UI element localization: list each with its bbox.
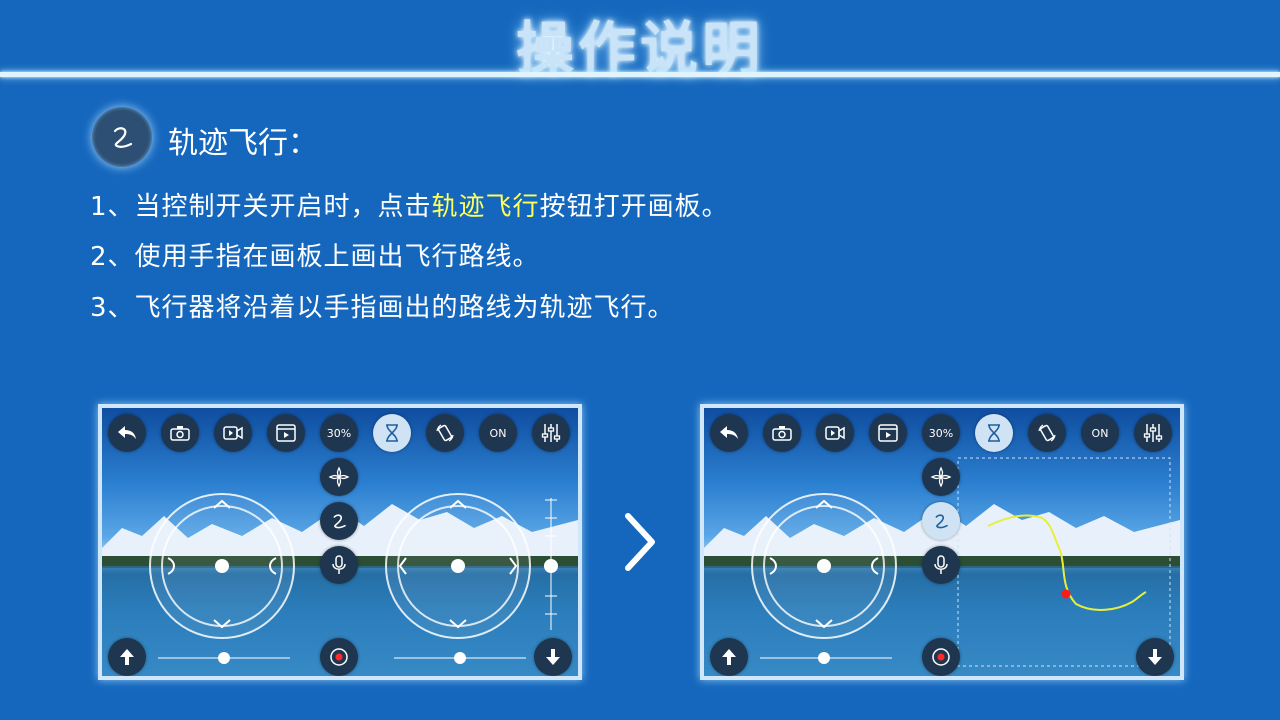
trajectory-flight-button[interactable] (922, 502, 960, 540)
on-off-switch-button[interactable]: ON (479, 414, 517, 452)
gallery-icon (276, 424, 296, 442)
left-joystick[interactable] (149, 493, 295, 639)
settings-sliders-icon (1143, 424, 1163, 442)
highlight-trajectory-flight: 轨迹飞行 (431, 192, 540, 222)
gallery-button[interactable] (267, 414, 305, 452)
record-icon (932, 648, 950, 666)
left-joystick[interactable] (751, 493, 897, 639)
step-3: 3、飞行器将沿着以手指画出的路线为轨迹飞行。 (90, 293, 675, 323)
back-icon (118, 426, 136, 439)
hourglass-button[interactable] (373, 414, 411, 452)
voice-control-button[interactable] (320, 546, 358, 584)
title-divider (0, 72, 1280, 77)
speed-button[interactable]: 30% (320, 414, 358, 452)
screenshot-panel-after: 30% ON (700, 404, 1184, 680)
drone-mode-button[interactable] (922, 458, 960, 496)
microphone-icon (934, 555, 948, 574)
rotate-icon (436, 424, 454, 442)
record-icon (330, 648, 348, 666)
next-chevron-icon (625, 513, 655, 571)
video-button[interactable] (816, 414, 854, 452)
hourglass-icon (988, 424, 1000, 442)
camera-icon (170, 426, 190, 441)
settings-button[interactable] (532, 414, 570, 452)
screenshot-panel-before: 30% ON (98, 404, 582, 680)
up-arrow-icon (120, 649, 134, 665)
landing-button[interactable] (1136, 638, 1174, 676)
microphone-icon (332, 555, 346, 574)
trajectory-icon (333, 514, 346, 529)
on-off-switch-button[interactable]: ON (1081, 414, 1119, 452)
down-arrow-icon (546, 649, 560, 665)
drone-mode-button[interactable] (320, 458, 358, 496)
settings-button[interactable] (1134, 414, 1172, 452)
video-button[interactable] (214, 414, 252, 452)
drone-icon (930, 466, 952, 488)
rotate-button[interactable] (426, 414, 464, 452)
back-button[interactable] (108, 414, 146, 452)
hourglass-button[interactable] (975, 414, 1013, 452)
camera-button[interactable] (763, 414, 801, 452)
voice-control-button[interactable] (922, 546, 960, 584)
record-button[interactable] (922, 638, 960, 676)
takeoff-button[interactable] (108, 638, 146, 676)
drone-icon (328, 466, 350, 488)
camera-icon (772, 426, 792, 441)
drone-position-marker (1061, 589, 1071, 599)
speed-button[interactable]: 30% (922, 414, 960, 452)
trajectory-flight-button[interactable] (320, 502, 358, 540)
hourglass-icon (386, 424, 398, 442)
trajectory-icon (935, 514, 948, 529)
step-1: 1、当控制开关开启时，点击轨迹飞行按钮打开画板。 (90, 192, 729, 222)
gallery-button[interactable] (869, 414, 907, 452)
rotate-icon (1038, 424, 1056, 442)
back-button[interactable] (710, 414, 748, 452)
down-arrow-icon (1148, 649, 1162, 665)
step-2: 2、使用手指在画板上画出飞行路线。 (90, 242, 540, 272)
gallery-icon (878, 424, 898, 442)
up-arrow-icon (722, 649, 736, 665)
landing-button[interactable] (534, 638, 572, 676)
video-icon (223, 426, 243, 440)
takeoff-button[interactable] (710, 638, 748, 676)
back-icon (720, 426, 738, 439)
trajectory-icon (92, 107, 152, 167)
camera-button[interactable] (161, 414, 199, 452)
right-joystick[interactable] (385, 493, 531, 639)
record-button[interactable] (320, 638, 358, 676)
settings-sliders-icon (541, 424, 561, 442)
feature-title: 轨迹飞行： (168, 126, 318, 161)
rotate-button[interactable] (1028, 414, 1066, 452)
video-icon (825, 426, 845, 440)
